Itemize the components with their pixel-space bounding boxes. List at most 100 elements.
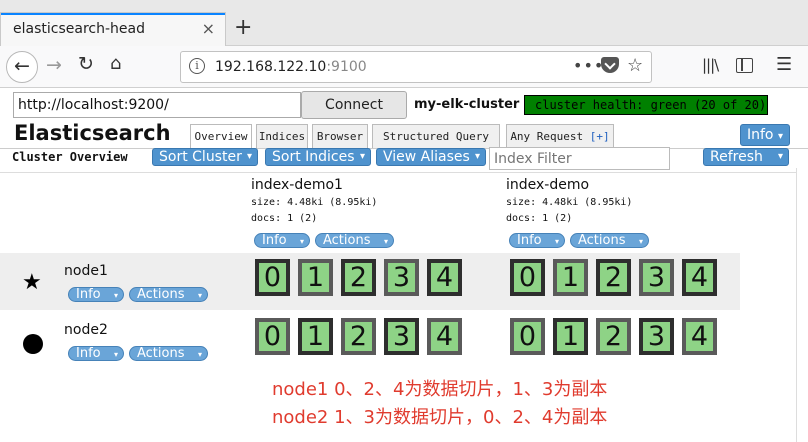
new-tab-button[interactable]: +: [234, 14, 252, 42]
tab-overview[interactable]: Overview: [190, 124, 252, 149]
chevron-down-icon: ▾: [113, 291, 118, 300]
shard-primary[interactable]: 0: [510, 259, 545, 296]
master-star-icon: ★: [22, 270, 42, 295]
node-info-button[interactable]: Info ▾: [68, 287, 124, 302]
index-actions-button[interactable]: Actions ▾: [570, 233, 649, 248]
sidebar-icon[interactable]: [736, 58, 753, 73]
annotation-note: node2 1、3为数据切片，0、2、4为副本: [272, 407, 608, 428]
tab-browser[interactable]: Browser: [312, 124, 368, 148]
page-actions-icon[interactable]: •••: [573, 56, 604, 75]
chevron-down-icon: ▾: [638, 237, 643, 246]
button-label: Info: [76, 346, 101, 361]
divider: [0, 172, 808, 173]
sort-cluster-button[interactable]: Sort Cluster ▾: [152, 148, 258, 166]
add-tab-link[interactable]: [+]: [590, 130, 610, 143]
connection-url-input[interactable]: [13, 92, 301, 118]
button-label: Actions: [137, 346, 185, 361]
chevron-down-icon: ▾: [299, 237, 304, 246]
page-edge: [796, 168, 808, 442]
index-size: size: 4.48ki (8.95ki): [506, 197, 633, 208]
shard-primary[interactable]: 1: [553, 318, 588, 355]
button-label: Info: [517, 233, 542, 248]
home-icon[interactable]: ⌂: [110, 53, 121, 74]
info-label: Info: [747, 127, 774, 143]
index-docs: docs: 1 (2): [251, 213, 318, 224]
chevron-down-icon: ▾: [359, 151, 365, 162]
button-label: Actions: [323, 233, 371, 248]
library-icon[interactable]: |||\: [702, 56, 719, 74]
tab-indices[interactable]: Indices: [256, 124, 308, 148]
shard-replica[interactable]: 1: [553, 259, 588, 296]
tab-label: Indices: [258, 130, 306, 143]
chevron-down-icon: ▾: [113, 350, 118, 359]
node-dot-icon: [23, 334, 43, 354]
tab-label: Browser: [316, 130, 364, 143]
shard-replica[interactable]: 0: [255, 318, 290, 355]
refresh-button[interactable]: Refresh ▾: [703, 148, 789, 166]
tab-any-request[interactable]: Any Request [+]: [506, 124, 614, 148]
connect-button[interactable]: Connect: [301, 91, 407, 119]
pocket-icon[interactable]: [601, 57, 619, 73]
tab-label: Structured Query: [383, 130, 489, 143]
node-info-button[interactable]: Info ▾: [68, 346, 124, 361]
chevron-down-icon: ▾: [474, 151, 480, 162]
navigation-bar: ← → ↻ ⌂ i 192.168.122.10:9100 ••• ☆ |||\…: [0, 46, 808, 88]
index-name: index-demo: [506, 177, 590, 193]
index-filter-input[interactable]: [489, 147, 670, 170]
info-icon[interactable]: i: [189, 58, 205, 74]
index-docs: docs: 1 (2): [506, 213, 573, 224]
shard-replica[interactable]: 2: [596, 318, 631, 355]
page-title: Elasticsearch: [14, 121, 171, 145]
shard-primary[interactable]: 3: [639, 318, 674, 355]
shard-primary[interactable]: 1: [298, 318, 333, 355]
button-label: View Aliases: [383, 149, 470, 165]
shard-replica[interactable]: 4: [427, 318, 462, 355]
cluster-health-badge: cluster health: green (20 of 20): [524, 95, 768, 115]
tab-structured-query[interactable]: Structured Query [+]: [372, 124, 500, 167]
reload-icon[interactable]: ↻: [78, 53, 94, 75]
hamburger-menu-icon[interactable]: ☰: [776, 54, 792, 75]
shard-replica[interactable]: 0: [510, 318, 545, 355]
shard-primary[interactable]: 4: [427, 259, 462, 296]
browser-tab[interactable]: elasticsearch-head ×: [0, 12, 226, 46]
close-icon[interactable]: ×: [202, 19, 215, 38]
node-actions-button[interactable]: Actions ▾: [129, 346, 208, 361]
button-label: Sort Indices: [272, 149, 355, 165]
button-label: Actions: [578, 233, 626, 248]
cluster-overview-label: Cluster Overview: [12, 150, 128, 164]
node-actions-button[interactable]: Actions ▾: [129, 287, 208, 302]
chevron-down-icon: ▾: [777, 131, 783, 142]
shard-primary[interactable]: 2: [341, 259, 376, 296]
browser-tab-bar: elasticsearch-head × +: [0, 0, 808, 46]
back-arrow-icon[interactable]: ←: [6, 51, 38, 83]
node-name: node1: [64, 263, 108, 279]
shard-replica[interactable]: 3: [639, 259, 674, 296]
shard-primary[interactable]: 4: [682, 259, 717, 296]
shard-replica[interactable]: 2: [341, 318, 376, 355]
sort-indices-button[interactable]: Sort Indices ▾: [265, 148, 371, 166]
cluster-name: my-elk-cluster: [414, 97, 520, 112]
shard-primary[interactable]: 0: [255, 259, 290, 296]
info-menu-button[interactable]: Info ▾: [740, 124, 790, 146]
button-label: Actions: [137, 287, 185, 302]
star-icon[interactable]: ☆: [627, 55, 643, 76]
forward-arrow-icon[interactable]: →: [46, 54, 62, 76]
index-info-button[interactable]: Info ▾: [509, 233, 565, 248]
url-text[interactable]: 192.168.122.10:9100: [215, 59, 367, 75]
button-label: Sort Cluster: [159, 149, 242, 165]
shard-replica[interactable]: 3: [384, 259, 419, 296]
shard-replica[interactable]: 1: [298, 259, 333, 296]
node-name: node2: [64, 322, 108, 338]
index-name: index-demo1: [251, 177, 343, 193]
button-label: Info: [76, 287, 101, 302]
index-info-button[interactable]: Info ▾: [254, 233, 310, 248]
shard-primary[interactable]: 3: [384, 318, 419, 355]
url-host: 192.168.122.10: [215, 59, 327, 75]
shard-replica[interactable]: 4: [682, 318, 717, 355]
view-aliases-button[interactable]: View Aliases ▾: [376, 148, 486, 166]
chevron-down-icon: ▾: [554, 237, 559, 246]
index-actions-button[interactable]: Actions ▾: [315, 233, 394, 248]
url-bar[interactable]: i 192.168.122.10:9100 ••• ☆: [180, 51, 652, 83]
shard-primary[interactable]: 2: [596, 259, 631, 296]
tab-active-indicator: [1, 13, 225, 15]
